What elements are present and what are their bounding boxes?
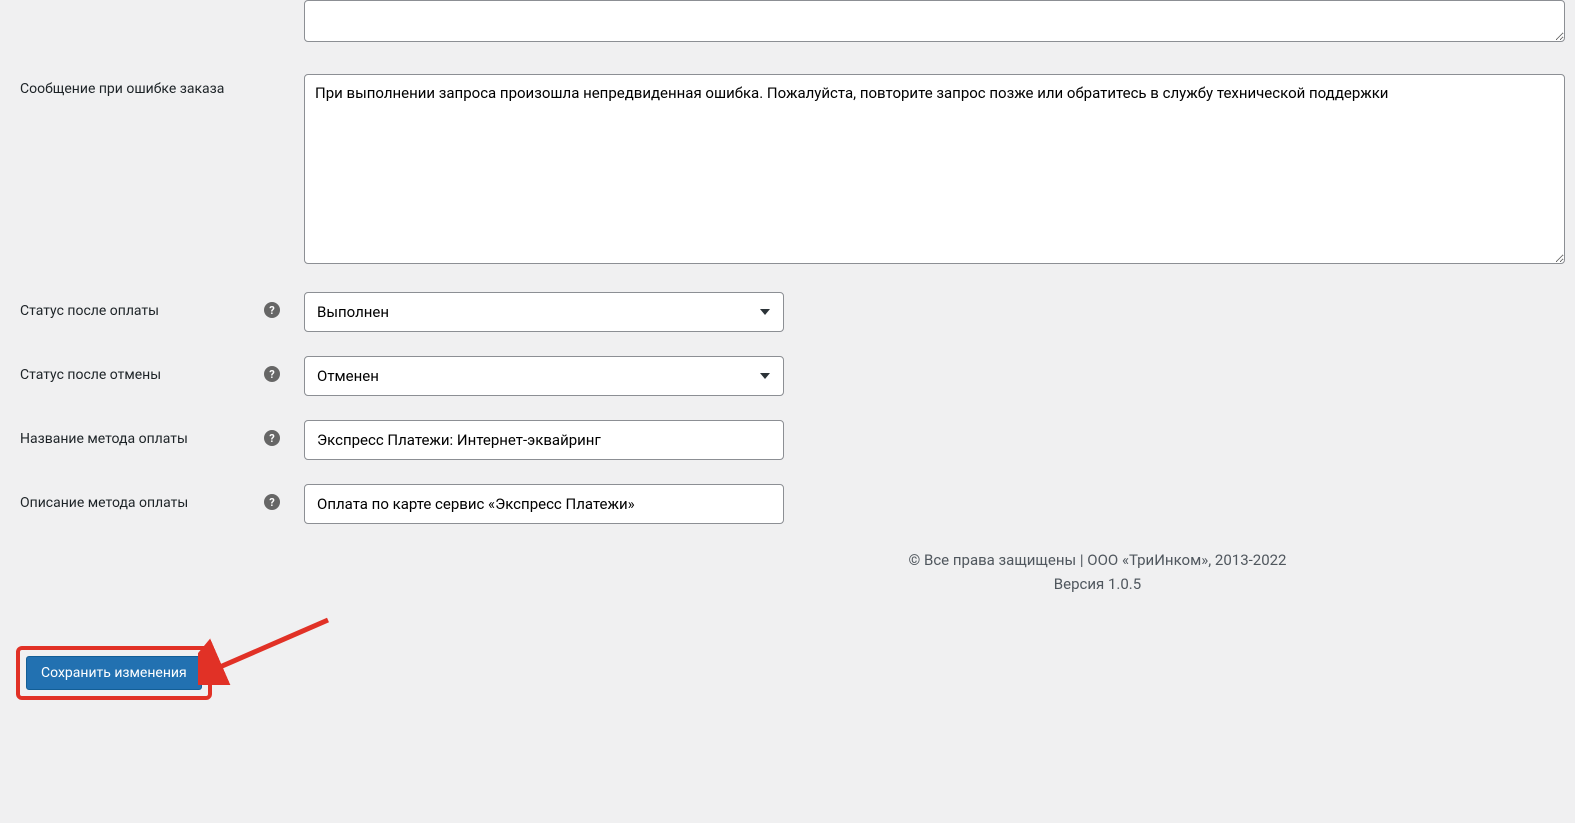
status-cancel-select[interactable]: Отменен [304, 356, 784, 396]
control-wrap [284, 484, 1575, 524]
method-name-label: Название метода оплаты [0, 420, 260, 450]
save-button[interactable]: Сохранить изменения [26, 656, 202, 690]
control-wrap: Отменен [284, 356, 1575, 396]
help-wrap: ? [260, 292, 284, 318]
help-wrap: ? [260, 484, 284, 510]
control-wrap: Выполнен [284, 292, 1575, 332]
version-text: Версия 1.0.5 [620, 572, 1575, 596]
annotation-arrow-icon [198, 615, 338, 685]
help-spacer [260, 0, 284, 10]
method-desc-label: Описание метода оплаты [0, 484, 260, 514]
form-row-method-name: Название метода оплаты ? [0, 420, 1575, 460]
help-icon[interactable]: ? [264, 302, 280, 318]
help-icon[interactable]: ? [264, 494, 280, 510]
settings-panel: Сообщение при ошибке заказа Статус после… [0, 0, 1575, 823]
method-desc-input[interactable] [304, 484, 784, 524]
form-row-status-cancel: Статус после отмены ? Отменен [0, 356, 1575, 396]
form-row-error-message: Сообщение при ошибке заказа [0, 74, 1575, 268]
copyright-text: © Все права защищены | ООО «ТриИнком», 2… [620, 548, 1575, 572]
footer-info: © Все права защищены | ООО «ТриИнком», 2… [620, 548, 1575, 596]
status-payment-label: Статус после оплаты [0, 292, 260, 322]
form-row-method-desc: Описание метода оплаты ? [0, 484, 1575, 524]
prev-field-textarea[interactable] [304, 0, 1565, 42]
control-wrap [284, 420, 1575, 460]
form-row-top [0, 0, 1575, 46]
form-row-status-payment: Статус после оплаты ? Выполнен [0, 292, 1575, 332]
status-payment-select[interactable]: Выполнен [304, 292, 784, 332]
status-cancel-label: Статус после отмены [0, 356, 260, 386]
help-wrap: ? [260, 420, 284, 446]
error-message-label: Сообщение при ошибке заказа [0, 74, 260, 100]
select-wrap: Выполнен [304, 292, 784, 332]
select-wrap: Отменен [304, 356, 784, 396]
save-highlight-box: Сохранить изменения [16, 646, 212, 700]
control-wrap [284, 0, 1575, 46]
help-icon[interactable]: ? [264, 366, 280, 382]
method-name-input[interactable] [304, 420, 784, 460]
error-message-textarea[interactable] [304, 74, 1565, 264]
control-wrap [284, 74, 1575, 268]
field-label-empty [0, 0, 260, 10]
help-spacer [260, 74, 284, 84]
help-icon[interactable]: ? [264, 430, 280, 446]
help-wrap: ? [260, 356, 284, 382]
